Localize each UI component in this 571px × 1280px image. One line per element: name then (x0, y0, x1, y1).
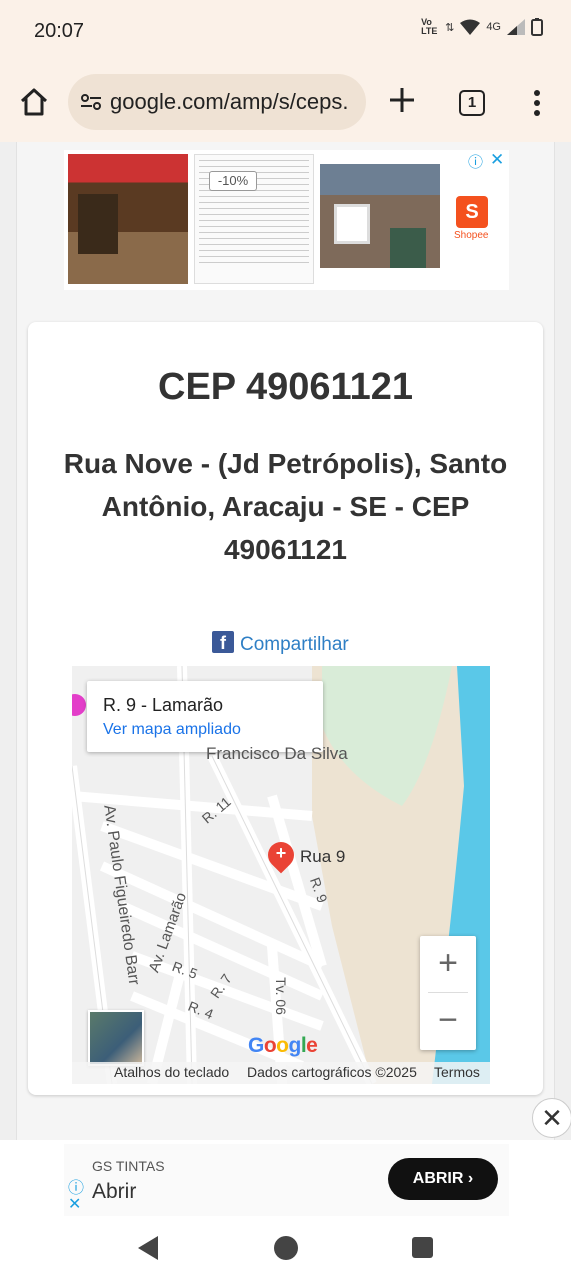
chevron-right-icon: › (467, 1170, 474, 1187)
bottom-banner-ad[interactable]: GS TINTAS Abrir ⓘ ✕ ABRIR › (0, 1140, 571, 1220)
share-facebook-link[interactable]: f Compartilhar (212, 628, 349, 656)
google-logo: Google (248, 1034, 318, 1057)
ad-close-icon[interactable]: ✕ (68, 1194, 81, 1214)
map-label-tv06: Tv. 06 (272, 977, 289, 1015)
shopee-label: Shopee (454, 230, 489, 241)
status-time: 20:07 (34, 20, 85, 42)
ad-open-label[interactable]: ABRIR (413, 1170, 464, 1187)
url-bar[interactable]: google.com/amp/s/ceps. (68, 74, 366, 130)
page-content: -10% S Shopee ⓘ ✕ CEP 49061121 Rua Nove … (0, 142, 571, 1140)
embedded-map[interactable]: R. 9 - Lamarão Ver mapa ampliado Francis… (72, 666, 490, 1084)
map-info-card[interactable]: R. 9 - Lamarão Ver mapa ampliado (87, 681, 323, 752)
pizza-shop-image[interactable] (68, 154, 188, 284)
satellite-toggle-button[interactable] (88, 1010, 144, 1066)
page-title: CEP 49061121 (158, 366, 413, 408)
pin-cross-icon: + (275, 843, 287, 863)
map-place-title: R. 9 - Lamarão (103, 695, 224, 715)
network-type: 4G (486, 21, 501, 33)
home-icon[interactable] (18, 86, 50, 118)
volte-indicator: Vo LTE (421, 17, 438, 36)
close-ad-button[interactable]: ✕ (532, 1098, 571, 1138)
ad-open-button[interactable]: ABRIR › (388, 1158, 498, 1200)
battery-icon (531, 18, 543, 36)
site-settings-icon[interactable] (80, 93, 102, 111)
status-icons: Vo LTE ⇅ 4G (421, 18, 543, 36)
zoom-divider (428, 992, 468, 993)
ad-title[interactable]: Abrir (92, 1180, 136, 1204)
map-zoom-controls: + − (420, 936, 476, 1050)
recents-icon[interactable] (412, 1237, 433, 1258)
back-icon[interactable] (138, 1236, 158, 1260)
top-banner-ad[interactable]: -10% S Shopee ⓘ ✕ (64, 150, 509, 290)
signal-icon (507, 19, 525, 35)
home-nav-icon[interactable] (274, 1236, 298, 1260)
shopee-logo-icon[interactable]: S (456, 196, 488, 228)
ad-close-icon[interactable]: ✕ (490, 150, 504, 170)
keyboard-shortcuts-link[interactable]: Atalhos do teclado (114, 1064, 229, 1080)
facebook-icon[interactable]: f (212, 631, 234, 653)
zoom-in-button[interactable]: + (420, 936, 476, 992)
price-table-image[interactable]: -10% (194, 154, 314, 284)
share-label[interactable]: Compartilhar (240, 634, 349, 656)
discount-badge: -10% (209, 171, 257, 191)
view-larger-map-link[interactable]: Ver mapa ampliado (103, 721, 241, 739)
system-nav-bar (0, 1220, 571, 1280)
browser-toolbar: google.com/amp/s/ceps. 1 (0, 64, 571, 142)
ad-brand: GS TINTAS (92, 1158, 165, 1174)
new-tab-icon[interactable] (388, 86, 416, 114)
map-label-francisco: Francisco Da Silva (206, 744, 348, 763)
house-image[interactable] (320, 164, 440, 268)
overflow-menu-icon[interactable] (528, 88, 546, 118)
map-marker-label: Rua 9 (300, 847, 346, 866)
cep-card: CEP 49061121 Rua Nove - (Jd Petrópolis),… (28, 322, 543, 1095)
status-bar: 20:07 Vo LTE ⇅ 4G (0, 0, 571, 64)
map-data-attribution: Dados cartográficos ©2025 (247, 1064, 417, 1080)
data-arrows-icon: ⇅ (445, 21, 455, 34)
ad-info-icon[interactable]: ⓘ (468, 151, 483, 172)
url-text[interactable]: google.com/amp/s/ceps. (110, 89, 360, 115)
map-footer: Atalhos do teclado Dados cartográficos ©… (72, 1062, 490, 1084)
wifi-icon (460, 19, 481, 35)
map-terms-link[interactable]: Termos (434, 1064, 480, 1080)
tab-switcher-button[interactable]: 1 (459, 90, 485, 116)
zoom-out-button[interactable]: − (420, 994, 476, 1050)
address-text: Rua Nove - (Jd Petrópolis), Santo Antôni… (63, 448, 508, 565)
bottom-ad-content[interactable]: GS TINTAS Abrir ⓘ ✕ ABRIR › (64, 1144, 509, 1216)
